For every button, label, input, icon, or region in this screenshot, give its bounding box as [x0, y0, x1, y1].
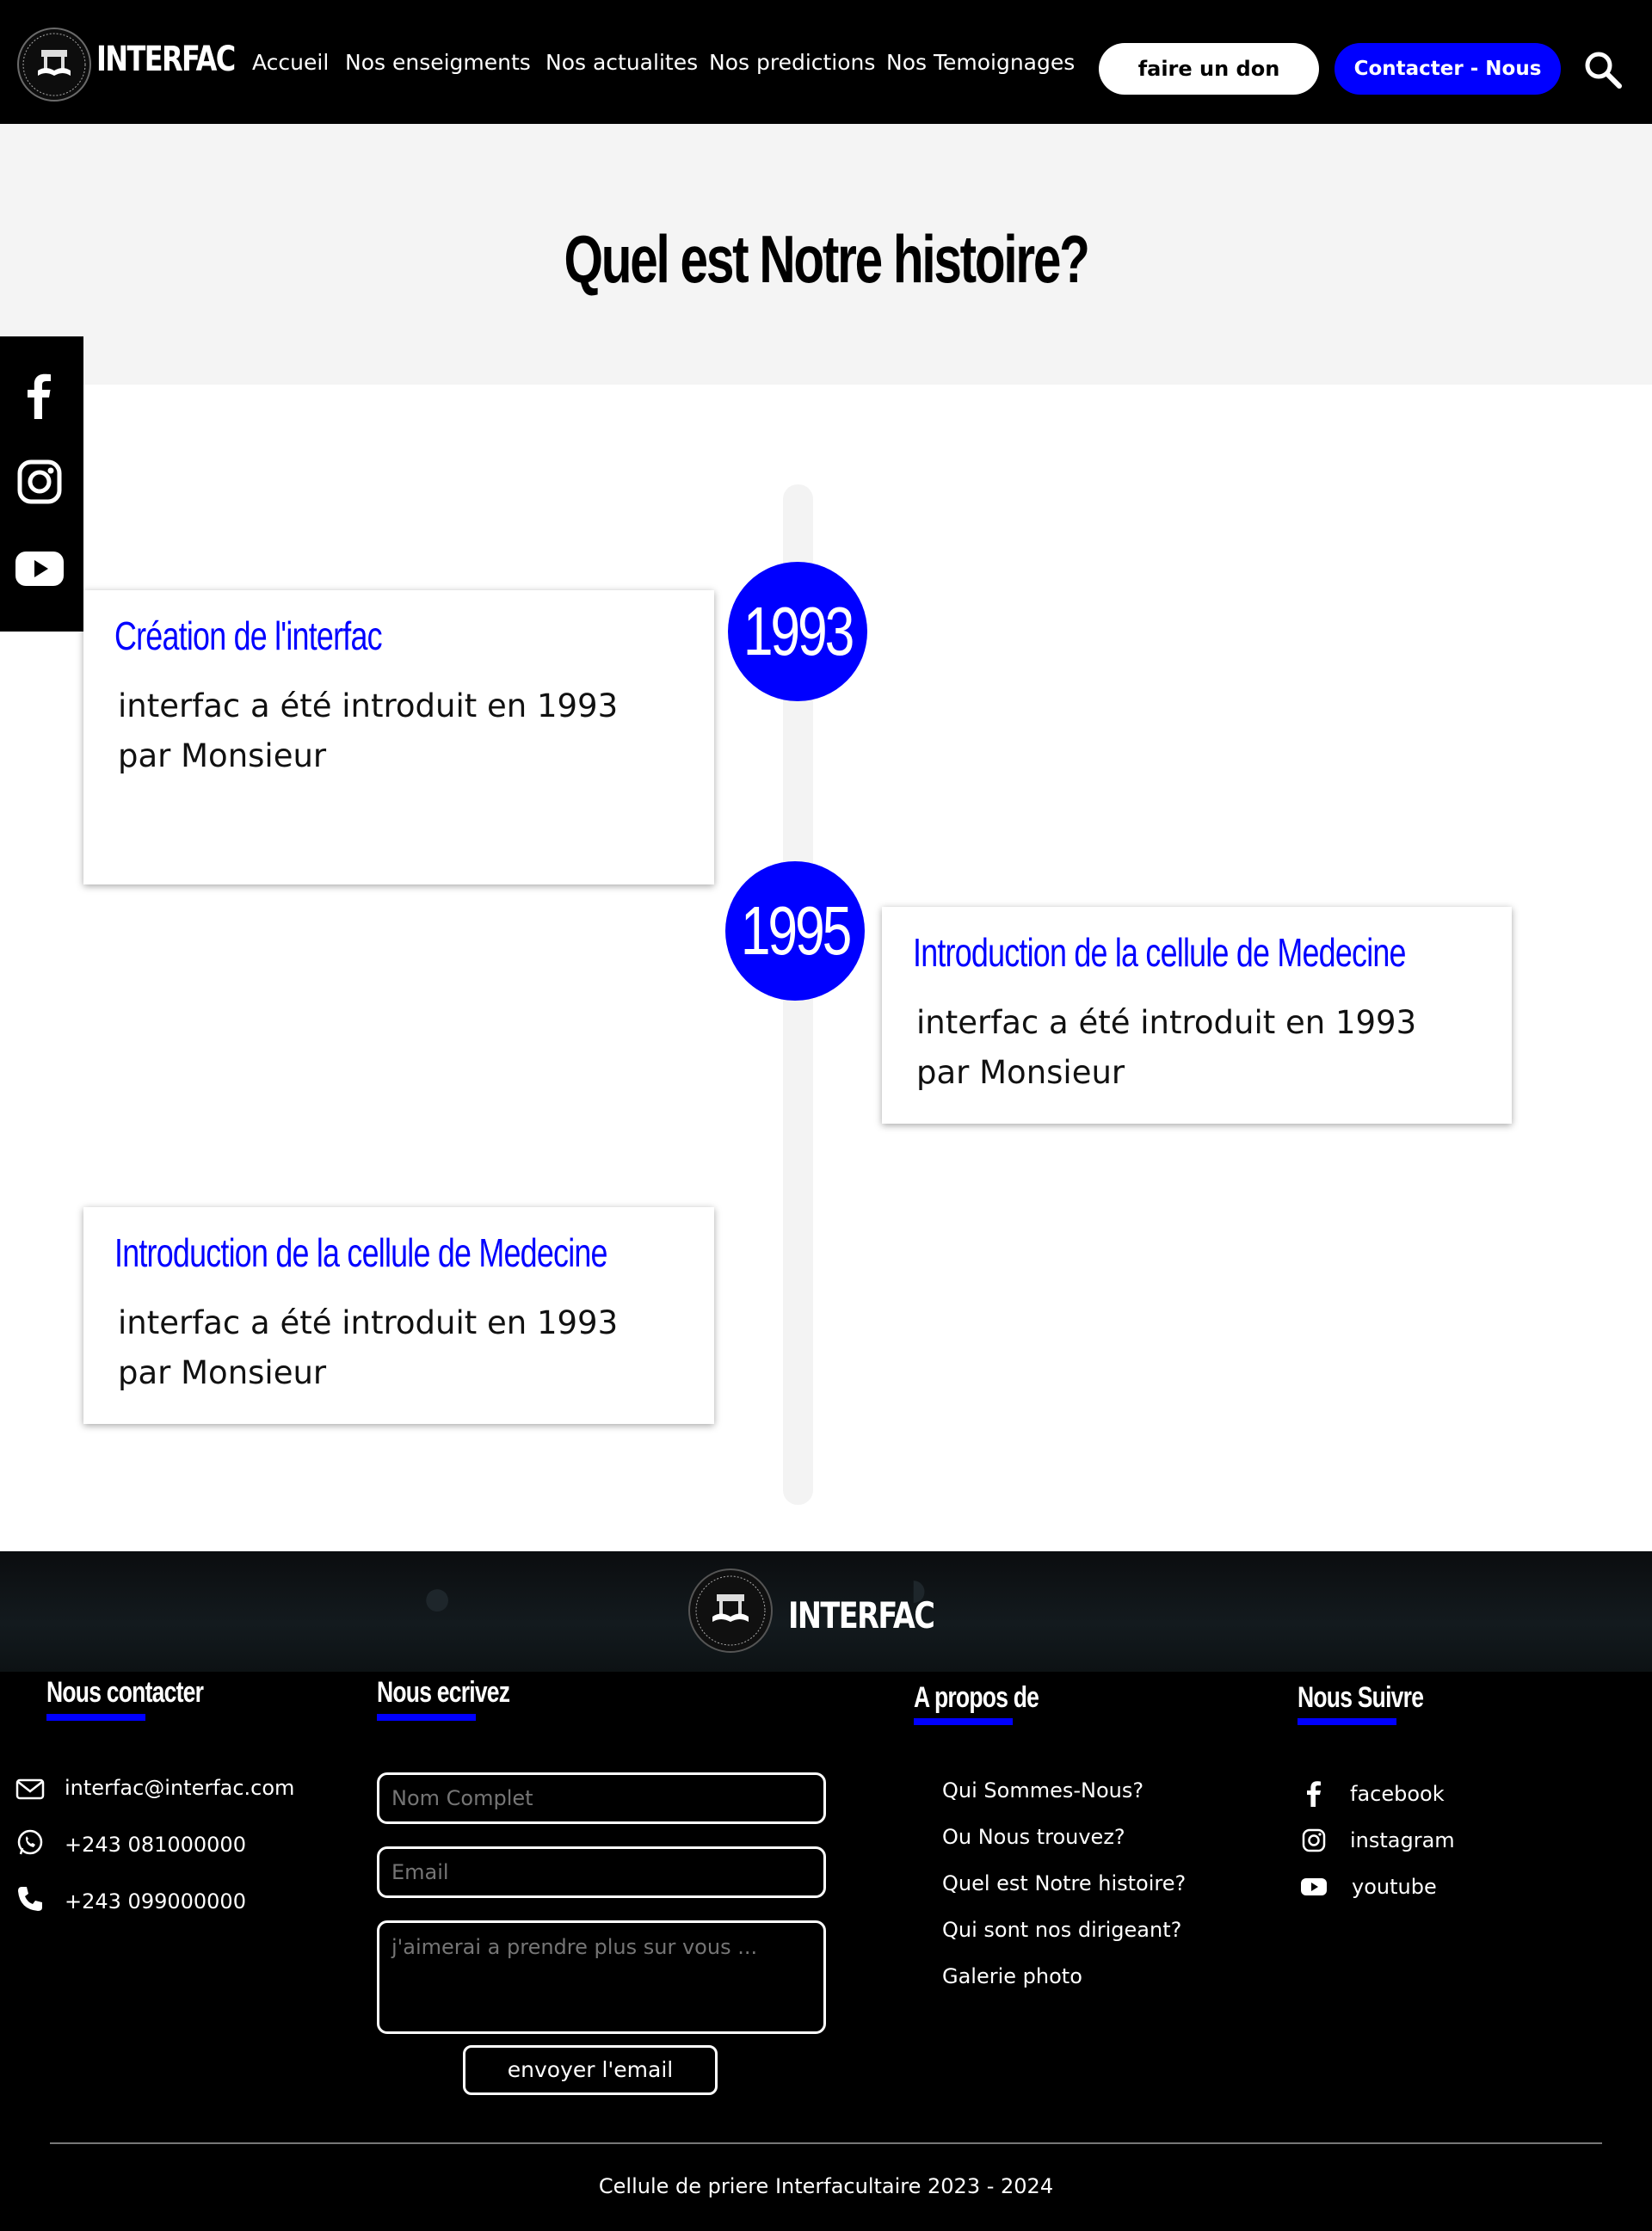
- footer-divider: [50, 2142, 1602, 2144]
- nav-accueil[interactable]: Accueil: [252, 50, 329, 75]
- nav-temoignages[interactable]: Nos Temoignages: [886, 50, 1075, 75]
- mail-icon: [15, 1778, 45, 1800]
- decorative-shape: ●: [422, 1569, 453, 1626]
- timeline-card-title: Création de l'interfac: [114, 613, 383, 658]
- about-link[interactable]: Quel est Notre histoire?: [942, 1871, 1186, 1895]
- instagram-icon: [1302, 1828, 1326, 1852]
- footer-heading-follow: Nous Suivre: [1298, 1681, 1424, 1714]
- follow-link-facebook[interactable]: facebook: [1350, 1782, 1445, 1806]
- timeline-card-title: Introduction de la cellule de Medecine: [114, 1230, 608, 1275]
- heading-underline: [377, 1714, 476, 1721]
- nav-enseigments[interactable]: Nos enseigments: [345, 50, 531, 75]
- timeline-card: Introduction de la cellule de Medecine i…: [83, 1207, 714, 1424]
- footer-brand: INTERFAC: [788, 1594, 935, 1636]
- facebook-icon: [1307, 1781, 1321, 1807]
- heading-underline: [1298, 1718, 1396, 1725]
- nav-predictions[interactable]: Nos predictions: [709, 50, 875, 75]
- footer-heading-contact: Nous contacter: [46, 1676, 204, 1709]
- search-icon[interactable]: [1581, 48, 1624, 91]
- follow-link-youtube[interactable]: youtube: [1352, 1875, 1437, 1899]
- phone-icon: [18, 1887, 42, 1911]
- contact-email[interactable]: interfac@interfac.com: [65, 1776, 294, 1800]
- contact-button[interactable]: Contacter - Nous: [1335, 43, 1561, 95]
- about-link[interactable]: Ou Nous trouvez?: [942, 1825, 1125, 1849]
- email-input[interactable]: [377, 1846, 826, 1898]
- site-footer: [0, 1672, 1652, 2231]
- social-sidebar: [0, 336, 83, 632]
- heading-underline: [46, 1714, 145, 1721]
- timeline-card-text: interfac a été introduit en 1993 par Mon…: [118, 1304, 619, 1391]
- timeline-card-text: interfac a été introduit en 1993 par Mon…: [118, 687, 619, 774]
- about-link[interactable]: Qui Sommes-Nous?: [942, 1778, 1143, 1803]
- message-textarea[interactable]: [377, 1920, 826, 2034]
- footer-logo-icon[interactable]: [688, 1568, 773, 1653]
- about-link[interactable]: Galerie photo: [942, 1964, 1082, 1988]
- timeline-card: Création de l'interfac interfac a été in…: [83, 590, 714, 884]
- hero-section: Quel est Notre histoire?: [0, 124, 1652, 385]
- page-title: Quel est Notre histoire?: [564, 221, 1089, 297]
- logo-icon[interactable]: [17, 28, 91, 102]
- site-header: INTERFAC Accueil Nos enseigments Nos act…: [0, 0, 1652, 124]
- year-badge-1993: 1993: [728, 562, 867, 701]
- name-input[interactable]: [377, 1772, 826, 1824]
- copyright-text: Cellule de priere Interfacultaire 2023 -…: [598, 2174, 1054, 2198]
- donate-button[interactable]: faire un don: [1099, 43, 1319, 95]
- timeline-card-title: Introduction de la cellule de Medecine: [913, 930, 1407, 975]
- timeline-card-text: interfac a été introduit en 1993 par Mon…: [916, 1004, 1417, 1091]
- whatsapp-icon: [17, 1829, 43, 1855]
- contact-whatsapp[interactable]: +243 081000000: [65, 1833, 246, 1857]
- youtube-icon: [1301, 1878, 1327, 1895]
- instagram-icon[interactable]: [15, 458, 64, 506]
- youtube-icon[interactable]: [15, 545, 64, 593]
- follow-link-instagram[interactable]: instagram: [1350, 1828, 1455, 1852]
- heading-underline: [914, 1718, 1013, 1725]
- year-badge-1995: 1995: [725, 861, 865, 1001]
- send-email-button[interactable]: envoyer l'email: [463, 2045, 718, 2095]
- footer-heading-write: Nous ecrivez: [377, 1676, 510, 1709]
- footer-heading-about: A propos de: [914, 1681, 1039, 1714]
- timeline-card: Introduction de la cellule de Medecine i…: [882, 907, 1512, 1124]
- about-link[interactable]: Qui sont nos dirigeant?: [942, 1918, 1181, 1942]
- nav-actualites[interactable]: Nos actualites: [546, 50, 698, 75]
- brand-name[interactable]: INTERFAC: [96, 40, 236, 79]
- contact-phone[interactable]: +243 099000000: [65, 1889, 246, 1914]
- facebook-icon[interactable]: [15, 371, 64, 419]
